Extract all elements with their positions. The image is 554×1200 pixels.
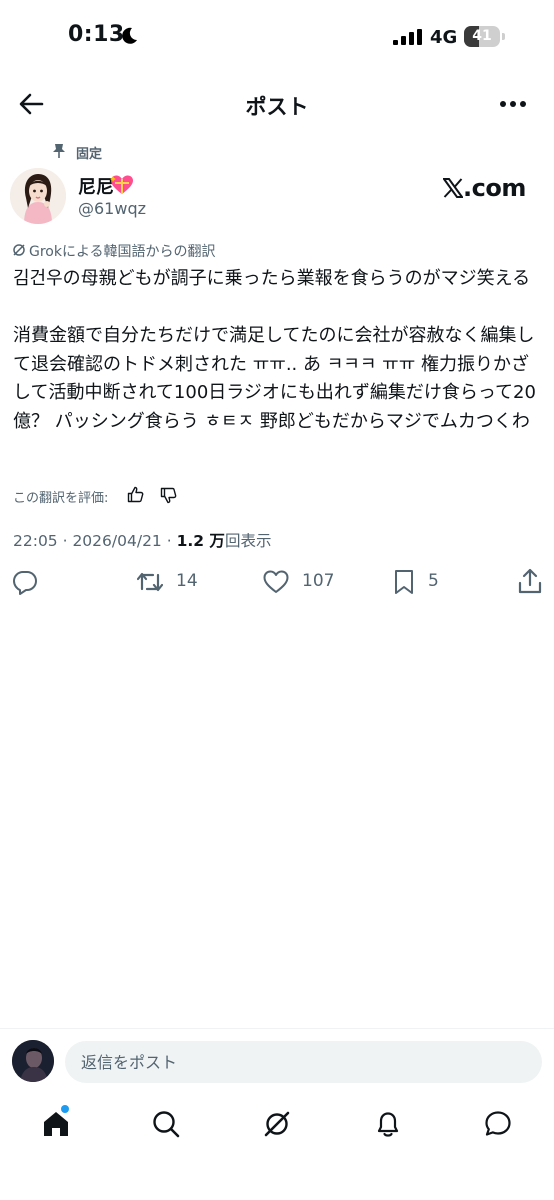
x-logo-icon — [443, 178, 463, 198]
like-count: 107 — [302, 571, 335, 591]
grok-icon — [13, 244, 25, 256]
rate-translation-label: この翻訳を評価: — [13, 491, 109, 506]
battery-icon: 41 — [464, 26, 506, 47]
author-avatar[interactable] — [10, 168, 66, 224]
bookmark-icon[interactable] — [391, 569, 417, 595]
retweet-count: 14 — [176, 571, 198, 591]
bookmark-count: 5 — [428, 571, 439, 591]
more-icon[interactable] — [499, 100, 527, 108]
share-icon[interactable] — [517, 568, 543, 594]
search-icon[interactable] — [151, 1109, 181, 1139]
xcom-label: .com — [463, 174, 526, 202]
reply-icon[interactable] — [12, 569, 38, 595]
battery-level: 41 — [472, 28, 492, 44]
bell-icon[interactable] — [373, 1109, 403, 1139]
retweet-icon[interactable] — [137, 569, 163, 595]
xcom-link[interactable]: .com — [443, 174, 526, 202]
message-icon[interactable] — [483, 1109, 513, 1139]
thumb-up-icon[interactable] — [127, 486, 144, 503]
notification-dot — [61, 1105, 69, 1113]
home-icon[interactable] — [41, 1109, 71, 1139]
author-handle[interactable]: @61wqz — [78, 199, 146, 218]
signal-icon — [393, 29, 422, 45]
sparkling-heart-icon — [110, 175, 133, 194]
thumb-down-icon[interactable] — [160, 487, 177, 504]
views-label: 回表示 — [224, 532, 272, 550]
back-arrow-icon[interactable] — [18, 92, 44, 116]
post-timestamp[interactable]: 22:05 · 2026/04/21 · — [13, 532, 177, 550]
reply-input[interactable] — [65, 1041, 542, 1083]
pin-icon — [53, 144, 65, 158]
heart-icon[interactable] — [263, 569, 289, 595]
author-name[interactable]: 尼尼 — [78, 173, 114, 199]
post-meta: 22:05 · 2026/04/21 · 1.2 万回表示 — [13, 529, 271, 551]
translation-label[interactable]: Grokによる韓国語からの翻訳 — [29, 241, 216, 261]
divider — [0, 1028, 554, 1029]
moon-icon — [122, 27, 137, 44]
grok-icon[interactable] — [262, 1109, 292, 1139]
post-text: 김건우の母親どもが調子に乗ったら業報を食らうのがマジ笑える 消費金額で自分たちだ… — [13, 268, 536, 432]
page-title: ポスト — [245, 95, 309, 119]
views-count: 1.2 万 — [176, 532, 225, 550]
user-avatar[interactable] — [12, 1040, 54, 1082]
network-label: 4G — [430, 27, 458, 48]
status-time: 0:13 — [68, 22, 125, 47]
pinned-label: 固定 — [76, 147, 103, 162]
